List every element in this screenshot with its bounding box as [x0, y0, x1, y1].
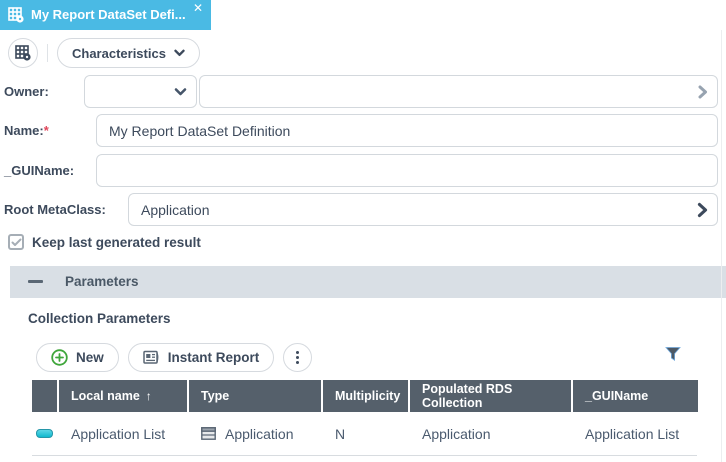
table-row[interactable]: Application List Application N Applicati…	[32, 412, 700, 455]
header-type[interactable]: Type	[189, 380, 321, 412]
report-icon	[143, 350, 160, 365]
header-icon-column[interactable]	[32, 380, 57, 412]
tab-title: My Report DataSet Defi...	[31, 0, 186, 30]
new-button-label: New	[76, 350, 104, 365]
header-local-name[interactable]: Local name ↑	[59, 380, 187, 412]
header-multiplicity[interactable]: Multiplicity	[323, 380, 408, 412]
header-guiname[interactable]: _GUIName	[573, 380, 698, 412]
chevron-right-icon[interactable]	[698, 85, 708, 99]
parameters-section-title: Parameters	[65, 266, 139, 298]
instant-report-label: Instant Report	[168, 350, 260, 365]
cell-local-name: Application List	[59, 426, 187, 442]
collection-parameters-title: Collection Parameters	[28, 311, 171, 326]
characteristics-label: Characteristics	[72, 46, 166, 61]
close-icon[interactable]: ✕	[190, 1, 206, 17]
collapse-minus-icon[interactable]	[28, 280, 43, 283]
cyan-capsule-icon	[36, 429, 53, 438]
chevron-down-icon	[174, 49, 185, 57]
header-populated-rds-collection[interactable]: Populated RDS Collection	[410, 380, 571, 412]
owner-picker-field[interactable]	[199, 75, 718, 108]
keep-last-generated-label: Keep last generated result	[32, 235, 201, 250]
root-metaclass-value: Application	[141, 202, 210, 218]
panel-edge	[721, 30, 722, 462]
cell-type: Application	[189, 426, 321, 442]
new-button[interactable]: New	[36, 343, 119, 372]
chevron-right-icon[interactable]	[697, 202, 708, 217]
grid-gear-icon	[8, 7, 24, 23]
dataset-tool-button[interactable]	[8, 38, 38, 68]
owner-select[interactable]	[84, 75, 197, 108]
filter-funnel-icon[interactable]	[664, 345, 682, 363]
keep-last-generated-checkbox[interactable]: Keep last generated result	[8, 234, 201, 250]
owner-label: Owner:	[4, 84, 49, 99]
collection-actions: New Instant Report	[36, 343, 312, 372]
chevron-down-icon	[174, 87, 187, 96]
name-label: Name:*	[4, 123, 49, 138]
toolbar-separator	[47, 44, 48, 62]
instant-report-button[interactable]: Instant Report	[128, 343, 275, 372]
checkbox-checked-icon	[8, 234, 24, 250]
name-input[interactable]: My Report DataSet Definition	[96, 114, 718, 147]
dataset-definition-panel: My Report DataSet Defi... ✕ Characterist…	[0, 0, 726, 462]
cell-guiname: Application List	[573, 426, 698, 442]
kebab-menu-icon	[296, 351, 299, 364]
more-actions-button[interactable]	[283, 343, 312, 372]
root-metaclass-label: Root MetaClass:	[4, 202, 106, 217]
name-value: My Report DataSet Definition	[109, 123, 290, 139]
row-icon-cell	[32, 429, 57, 438]
guiname-input[interactable]	[96, 154, 718, 187]
cell-multiplicity: N	[323, 426, 408, 442]
guiname-label: _GUIName:	[4, 163, 74, 178]
root-metaclass-field[interactable]: Application	[128, 193, 718, 226]
row-divider	[32, 455, 697, 456]
plus-circle-icon	[51, 349, 68, 366]
parameters-section-header[interactable]: Parameters	[10, 266, 726, 298]
tab-my-report-dataset[interactable]: My Report DataSet Defi... ✕	[0, 0, 211, 30]
characteristics-dropdown[interactable]: Characteristics	[57, 38, 200, 68]
required-mark: *	[44, 123, 49, 138]
grid-gear-icon	[15, 45, 31, 61]
table-header-row: Local name ↑ Type Multiplicity Populated…	[32, 380, 700, 412]
table-icon	[201, 427, 216, 440]
cell-populated-rds-collection: Application	[410, 426, 571, 442]
sort-asc-icon: ↑	[146, 389, 152, 403]
